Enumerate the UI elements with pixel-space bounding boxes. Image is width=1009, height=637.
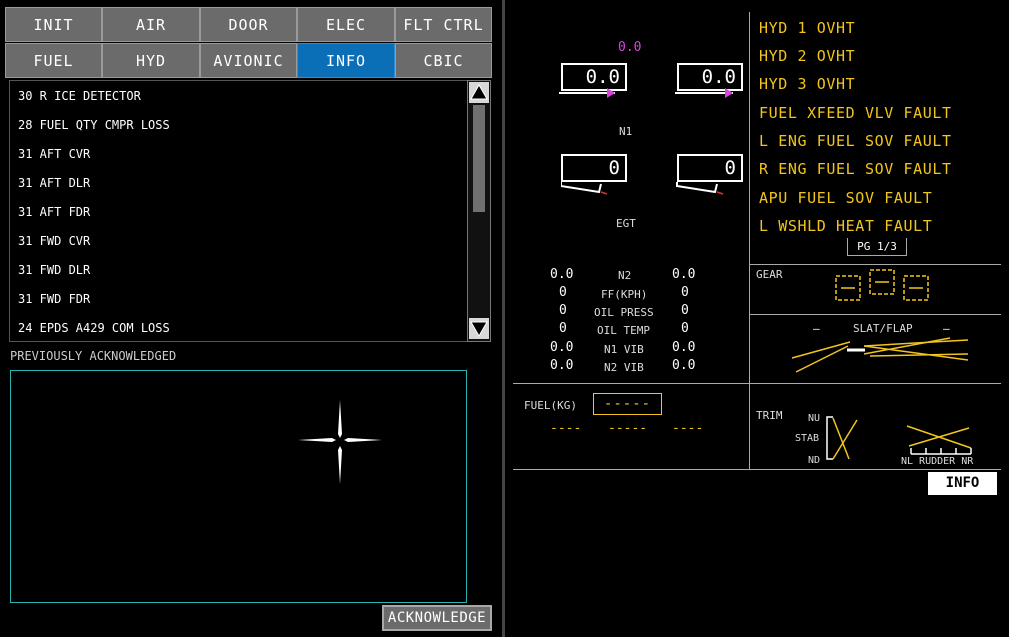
list-item[interactable]: 31 FWD CVR (18, 234, 90, 248)
alert-message: L WSHLD HEAT FAULT (759, 217, 933, 235)
trim-nu-label: NU (808, 413, 821, 424)
message-list[interactable]: 30 R ICE DETECTOR 28 FUEL QTY CMPR LOSS … (9, 80, 467, 342)
scroll-up-button[interactable] (469, 82, 489, 103)
ff-right: 0 (681, 285, 689, 300)
egt-left-readout: 0 (561, 154, 627, 182)
slat-flap-diagram-icon (791, 337, 969, 373)
divider-line (749, 314, 1001, 315)
slat-right-dash: – (943, 322, 950, 335)
oil-temp-left: 0 (559, 321, 567, 336)
alert-message: L ENG FUEL SOV FAULT (759, 132, 952, 150)
tab-flt-ctrl[interactable]: FLT CTRL (395, 7, 492, 42)
alert-message: HYD 1 OVHT (759, 19, 856, 37)
list-item[interactable]: 31 FWD DLR (18, 263, 90, 277)
top-magenta-value: 0.0 (618, 40, 642, 55)
tab-init[interactable]: INIT (5, 7, 102, 42)
alert-message: APU FUEL SOV FAULT (759, 189, 933, 207)
previously-acknowledged-label: PREVIOUSLY ACKNOWLEDGED (10, 349, 177, 363)
oil-temp-right: 0 (681, 321, 689, 336)
divider-line (749, 12, 750, 470)
stab-trim-icon (826, 416, 858, 460)
alert-message: FUEL XFEED VLV FAULT (759, 104, 952, 122)
scroll-down-button[interactable] (469, 318, 489, 339)
left-panel: INIT AIR DOOR ELEC FLT CTRL FUEL HYD AVI… (0, 0, 502, 637)
tab-elec[interactable]: ELEC (297, 7, 395, 42)
list-item[interactable]: 31 FWD FDR (18, 292, 90, 306)
arrow-up-icon (470, 83, 488, 100)
list-item[interactable]: 31 AFT FDR (18, 205, 90, 219)
list-item[interactable]: 24 EPDS A429 COM LOSS (18, 321, 170, 335)
crosshair-cursor-icon (298, 400, 382, 484)
oil-press-right: 0 (681, 303, 689, 318)
n2-vib-label: N2 VIB (604, 361, 644, 374)
tab-air[interactable]: AIR (102, 7, 200, 42)
n2-vib-left: 0.0 (550, 358, 574, 373)
divider-line (749, 264, 1001, 265)
divider-line (513, 469, 1001, 470)
previously-acknowledged-box[interactable] (10, 370, 467, 603)
arrow-down-icon (470, 321, 488, 338)
gear-label: GEAR (756, 268, 783, 281)
acknowledge-button[interactable]: ACKNOWLEDGE (382, 605, 492, 631)
tab-fuel[interactable]: FUEL (5, 43, 102, 78)
fuel-tank-left: ---- (550, 421, 582, 436)
fuel-total-box: ----- (593, 393, 662, 415)
oil-press-left: 0 (559, 303, 567, 318)
tab-info[interactable]: INFO (297, 43, 395, 78)
list-item[interactable]: 31 AFT CVR (18, 147, 90, 161)
egt-label: EGT (616, 217, 636, 230)
n2-label: N2 (618, 269, 632, 282)
oil-temp-label: OIL TEMP (597, 324, 650, 337)
n1-vib-label: N1 VIB (604, 343, 644, 356)
right-panel: 0.0 0.0 0.0 N1 0 0 EGT 0.0 N2 0.0 0 FF(K… (505, 0, 1009, 637)
ff-label: FF(KPH) (601, 288, 648, 301)
ff-left: 0 (559, 285, 567, 300)
fuel-label: FUEL(KG) (524, 399, 577, 412)
alert-message: HYD 2 OVHT (759, 47, 856, 65)
list-item[interactable]: 30 R ICE DETECTOR (18, 89, 141, 103)
slat-left-dash: – (813, 322, 820, 335)
n2-right: 0.0 (672, 267, 696, 282)
n1-label: N1 (619, 125, 633, 138)
fuel-tank-right: ---- (672, 421, 704, 436)
oil-press-label: OIL PRESS (594, 306, 654, 319)
n1-vib-right: 0.0 (672, 340, 696, 355)
page-badge: INFO (928, 472, 997, 495)
alert-message: HYD 3 OVHT (759, 75, 856, 93)
tab-hyd[interactable]: HYD (102, 43, 200, 78)
page-indicator[interactable]: PG 1/3 (847, 238, 907, 256)
tab-avionic[interactable]: AVIONIC (200, 43, 297, 78)
n2-vib-right: 0.0 (672, 358, 696, 373)
divider-line (513, 383, 1001, 384)
scroll-thumb[interactable] (473, 105, 485, 212)
fuel-tank-center: ----- (608, 421, 648, 436)
alert-message: R ENG FUEL SOV FAULT (759, 160, 952, 178)
gear-indicator-icon (835, 269, 929, 301)
scrollbar[interactable] (467, 80, 491, 342)
tab-cbic[interactable]: CBIC (395, 43, 492, 78)
rudder-label: NL RUDDER NR (901, 456, 974, 467)
n2-left: 0.0 (550, 267, 574, 282)
rudder-trim-icon (906, 425, 972, 455)
egt-right-readout: 0 (677, 154, 743, 182)
trim-nd-label: ND (808, 455, 821, 466)
trim-stab-label: STAB (795, 433, 820, 444)
tab-door[interactable]: DOOR (200, 7, 297, 42)
list-item[interactable]: 28 FUEL QTY CMPR LOSS (18, 118, 170, 132)
slat-flap-label: SLAT/FLAP (853, 322, 913, 335)
n1-vib-left: 0.0 (550, 340, 574, 355)
trim-label: TRIM (756, 409, 783, 422)
list-item[interactable]: 31 AFT DLR (18, 176, 90, 190)
